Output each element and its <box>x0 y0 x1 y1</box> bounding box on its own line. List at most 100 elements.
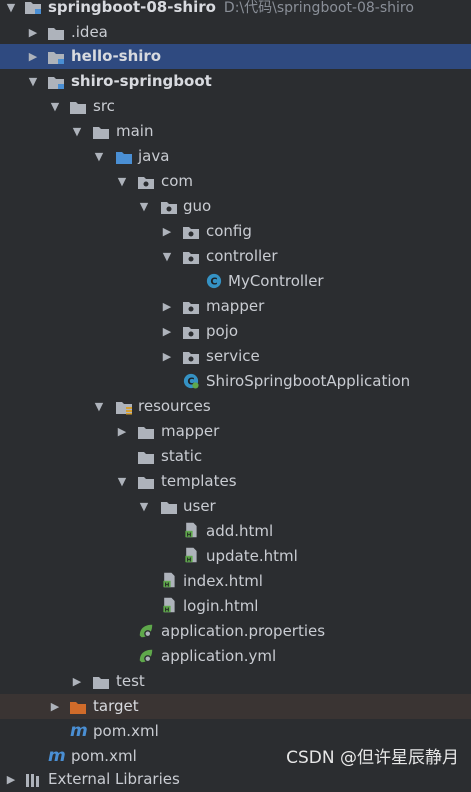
tree-row-service[interactable]: ▶ service <box>0 344 471 369</box>
svg-text:H: H <box>187 557 192 563</box>
chevron-right-icon[interactable]: ▶ <box>70 675 84 689</box>
spring-config-icon <box>139 624 153 638</box>
chevron-down-icon[interactable]: ▼ <box>115 175 129 189</box>
package-icon <box>161 202 177 214</box>
tree-row-idea[interactable]: ▶ .idea <box>0 20 471 45</box>
src-folder-label: src <box>93 97 115 115</box>
maven-icon: m <box>70 721 88 741</box>
java-class-icon: C <box>206 273 222 289</box>
folder-icon <box>161 502 177 514</box>
tree-row-controller[interactable]: ▼ controller <box>0 244 471 269</box>
tree-row-templates[interactable]: ▼ templates <box>0 469 471 494</box>
login-html-label: login.html <box>183 597 259 615</box>
tree-row-hello-shiro[interactable]: ▶ hello-shiro <box>0 44 471 69</box>
folder-icon <box>93 677 109 689</box>
application-yml-label: application.yml <box>161 647 277 665</box>
html-file-icon: H <box>163 597 175 613</box>
hello-shiro-label: hello-shiro <box>71 47 162 65</box>
chevron-right-icon[interactable]: ▶ <box>115 425 129 439</box>
tree-row-static[interactable]: static <box>0 444 471 469</box>
resources-mapper-label: mapper <box>161 422 220 440</box>
tree-row-mycontroller[interactable]: C MyController <box>0 269 471 294</box>
chevron-right-icon[interactable]: ▶ <box>160 225 174 239</box>
module-folder-icon <box>48 52 64 64</box>
chevron-right-icon[interactable]: ▶ <box>48 700 62 714</box>
test-folder-label: test <box>116 672 145 690</box>
tree-row-java[interactable]: ▼ java <box>0 144 471 169</box>
folder-icon <box>138 452 154 464</box>
chevron-down-icon[interactable]: ▼ <box>48 100 62 114</box>
tree-row-shiro-springboot[interactable]: ▼ shiro-springboot <box>0 69 471 94</box>
java-folder-label: java <box>138 147 170 165</box>
tree-row-index-html[interactable]: H index.html <box>0 569 471 594</box>
package-icon <box>183 227 199 239</box>
package-icon <box>183 252 199 264</box>
pom-inner-label: pom.xml <box>93 722 159 740</box>
html-file-icon: H <box>185 547 197 563</box>
folder-icon <box>138 477 154 489</box>
resources-folder-label: resources <box>138 397 211 415</box>
tree-row-add-html[interactable]: H add.html <box>0 519 471 544</box>
main-folder-label: main <box>116 122 154 140</box>
shiro-springboot-label: shiro-springboot <box>71 72 212 90</box>
package-icon <box>183 302 199 314</box>
tree-row-guo[interactable]: ▼ guo <box>0 194 471 219</box>
com-package-label: com <box>161 172 194 190</box>
chevron-down-icon[interactable]: ▼ <box>92 400 106 414</box>
tree-row-src[interactable]: ▼ src <box>0 94 471 119</box>
chevron-right-icon[interactable]: ▶ <box>26 50 40 64</box>
tree-row-user[interactable]: ▼ user <box>0 494 471 519</box>
source-folder-icon <box>116 152 132 164</box>
package-icon <box>138 177 154 189</box>
add-html-label: add.html <box>206 522 274 540</box>
pom-root-label: pom.xml <box>71 747 137 765</box>
tree-row-pojo[interactable]: ▶ pojo <box>0 319 471 344</box>
tree-row-application-class[interactable]: C ShiroSpringbootApplication <box>0 369 471 394</box>
chevron-down-icon[interactable]: ▼ <box>137 200 151 214</box>
pojo-package-label: pojo <box>206 322 239 340</box>
module-folder-icon <box>25 2 41 14</box>
chevron-down-icon[interactable]: ▼ <box>137 500 151 514</box>
guo-package-label: guo <box>183 197 212 215</box>
svg-text:H: H <box>187 532 192 538</box>
package-icon <box>183 327 199 339</box>
root-project-label: springboot-08-shiro <box>48 0 216 16</box>
tree-row-update-html[interactable]: H update.html <box>0 544 471 569</box>
tree-row-resources[interactable]: ▼ resources <box>0 394 471 419</box>
chevron-right-icon[interactable]: ▶ <box>160 300 174 314</box>
service-package-label: service <box>206 347 260 365</box>
folder-icon <box>138 427 154 439</box>
tree-row-application-properties[interactable]: application.properties <box>0 619 471 644</box>
templates-folder-label: templates <box>161 472 237 490</box>
excluded-folder-icon <box>70 702 86 714</box>
mapper-package-label: mapper <box>206 297 265 315</box>
idea-folder-label: .idea <box>71 23 108 41</box>
config-package-label: config <box>206 222 252 240</box>
tree-row-resources-mapper[interactable]: ▶ mapper <box>0 419 471 444</box>
tree-row-com[interactable]: ▼ com <box>0 169 471 194</box>
chevron-down-icon[interactable]: ▼ <box>160 250 174 264</box>
tree-row-config[interactable]: ▶ config <box>0 219 471 244</box>
folder-icon <box>48 28 64 40</box>
tree-row-mapper[interactable]: ▶ mapper <box>0 294 471 319</box>
chevron-down-icon[interactable]: ▼ <box>70 125 84 139</box>
tree-row-test[interactable]: ▶ test <box>0 669 471 694</box>
tree-row-pom-inner[interactable]: m pom.xml <box>0 719 471 744</box>
chevron-down-icon[interactable]: ▼ <box>92 150 106 164</box>
maven-icon: m <box>48 746 66 766</box>
tree-row-main[interactable]: ▼ main <box>0 119 471 144</box>
mycontroller-label: MyController <box>228 272 324 290</box>
tree-row-root[interactable]: ▼ springboot-08-shiro D:\代码\springboot-08… <box>0 0 471 20</box>
tree-row-application-yml[interactable]: application.yml <box>0 644 471 669</box>
user-folder-label: user <box>183 497 216 515</box>
chevron-right-icon[interactable]: ▶ <box>160 325 174 339</box>
chevron-right-icon[interactable]: ▶ <box>26 26 40 40</box>
csdn-watermark: CSDN @但许星辰静月 <box>286 748 459 768</box>
chevron-down-icon[interactable]: ▼ <box>26 75 40 89</box>
chevron-down-icon[interactable]: ▼ <box>4 1 18 15</box>
chevron-right-icon[interactable]: ▶ <box>160 350 174 364</box>
chevron-down-icon[interactable]: ▼ <box>115 475 129 489</box>
tree-row-target[interactable]: ▶ target <box>0 694 471 719</box>
tree-row-login-html[interactable]: H login.html <box>0 594 471 619</box>
update-html-label: update.html <box>206 547 298 565</box>
